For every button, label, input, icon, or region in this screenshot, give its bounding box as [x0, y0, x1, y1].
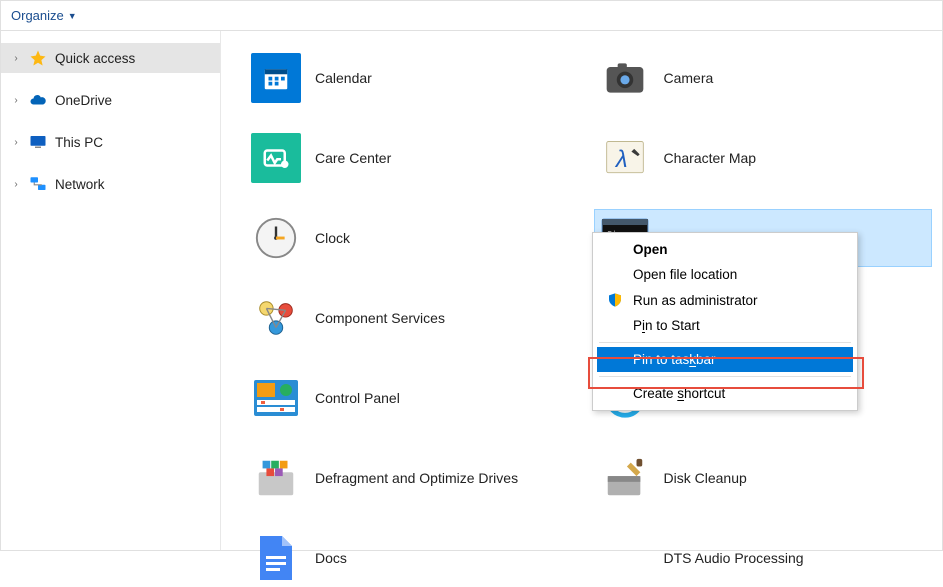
character-map-icon: λ [600, 133, 650, 183]
item-label: Care Center [315, 150, 391, 166]
item-component-services[interactable]: Component Services [245, 289, 584, 347]
cm-label: Run as administrator [633, 293, 758, 308]
item-dts-audio[interactable]: DTS Audio Processing [594, 529, 933, 587]
cm-open[interactable]: Open [597, 237, 853, 262]
camera-icon [600, 53, 650, 103]
item-label: Camera [664, 70, 714, 86]
chevron-right-icon: › [11, 179, 21, 190]
chevron-right-icon: › [11, 53, 21, 64]
item-label: Disk Cleanup [664, 470, 747, 486]
context-menu: Open Open file location Run as administr… [592, 232, 858, 411]
cm-pin-to-taskbar[interactable]: Pin to taskbar [597, 347, 853, 372]
cloud-icon [29, 91, 47, 109]
sidebar-item-label: Quick access [55, 51, 135, 66]
cm-open-file-location[interactable]: Open file location [597, 262, 853, 287]
chevron-right-icon: › [11, 137, 21, 148]
shield-icon [605, 292, 625, 308]
sidebar-item-label: OneDrive [55, 93, 112, 108]
item-clock[interactable]: Clock [245, 209, 584, 267]
item-camera[interactable]: Camera [594, 49, 933, 107]
sidebar-item-network[interactable]: › Network [1, 169, 220, 199]
cm-label: Create shortcut [633, 386, 725, 401]
item-label: Docs [315, 550, 347, 566]
control-panel-icon [251, 373, 301, 423]
defrag-icon [251, 453, 301, 503]
cm-label: Open file location [633, 267, 737, 282]
item-calendar[interactable]: Calendar [245, 49, 584, 107]
cm-label: Open [633, 242, 668, 257]
blank-icon [600, 533, 650, 583]
item-character-map[interactable]: λ Character Map [594, 129, 933, 187]
items-area: Calendar Camera Care Center λ Character … [221, 31, 942, 550]
separator [599, 342, 851, 343]
monitor-icon [29, 133, 47, 151]
calendar-icon [251, 53, 301, 103]
item-label: Character Map [664, 150, 757, 166]
chevron-right-icon: › [11, 95, 21, 106]
organize-button[interactable]: Organize ▼ [11, 8, 77, 23]
item-label: Control Panel [315, 390, 400, 406]
item-label: Component Services [315, 310, 445, 326]
sidebar-item-label: This PC [55, 135, 103, 150]
sidebar: › Quick access › OneDrive › This PC › [1, 31, 221, 550]
care-center-icon [251, 133, 301, 183]
disk-cleanup-icon [600, 453, 650, 503]
toolbar: Organize ▼ [1, 1, 942, 31]
network-icon [29, 175, 47, 193]
item-control-panel[interactable]: Control Panel [245, 369, 584, 427]
item-label: Defragment and Optimize Drives [315, 470, 518, 486]
sidebar-item-label: Network [55, 177, 105, 192]
item-disk-cleanup[interactable]: Disk Cleanup [594, 449, 933, 507]
star-icon [29, 49, 47, 67]
item-defrag[interactable]: Defragment and Optimize Drives [245, 449, 584, 507]
item-label: DTS Audio Processing [664, 550, 804, 566]
item-label: Clock [315, 230, 350, 246]
cm-pin-to-start[interactable]: Pin to Start [597, 313, 853, 338]
docs-icon [251, 533, 301, 583]
cm-label: Pin to Start [633, 318, 700, 333]
cm-run-as-admin[interactable]: Run as administrator [597, 287, 853, 313]
dropdown-icon: ▼ [68, 11, 77, 21]
sidebar-item-quick-access[interactable]: › Quick access [1, 43, 220, 73]
cm-label: Pin to taskbar [633, 352, 716, 367]
component-services-icon [251, 293, 301, 343]
separator [599, 376, 851, 377]
item-label: Calendar [315, 70, 372, 86]
sidebar-item-onedrive[interactable]: › OneDrive [1, 85, 220, 115]
svg-text:λ: λ [613, 146, 627, 173]
item-care-center[interactable]: Care Center [245, 129, 584, 187]
cm-create-shortcut[interactable]: Create shortcut [597, 381, 853, 406]
organize-label: Organize [11, 8, 64, 23]
clock-icon [251, 213, 301, 263]
item-docs[interactable]: Docs [245, 529, 584, 587]
sidebar-item-this-pc[interactable]: › This PC [1, 127, 220, 157]
